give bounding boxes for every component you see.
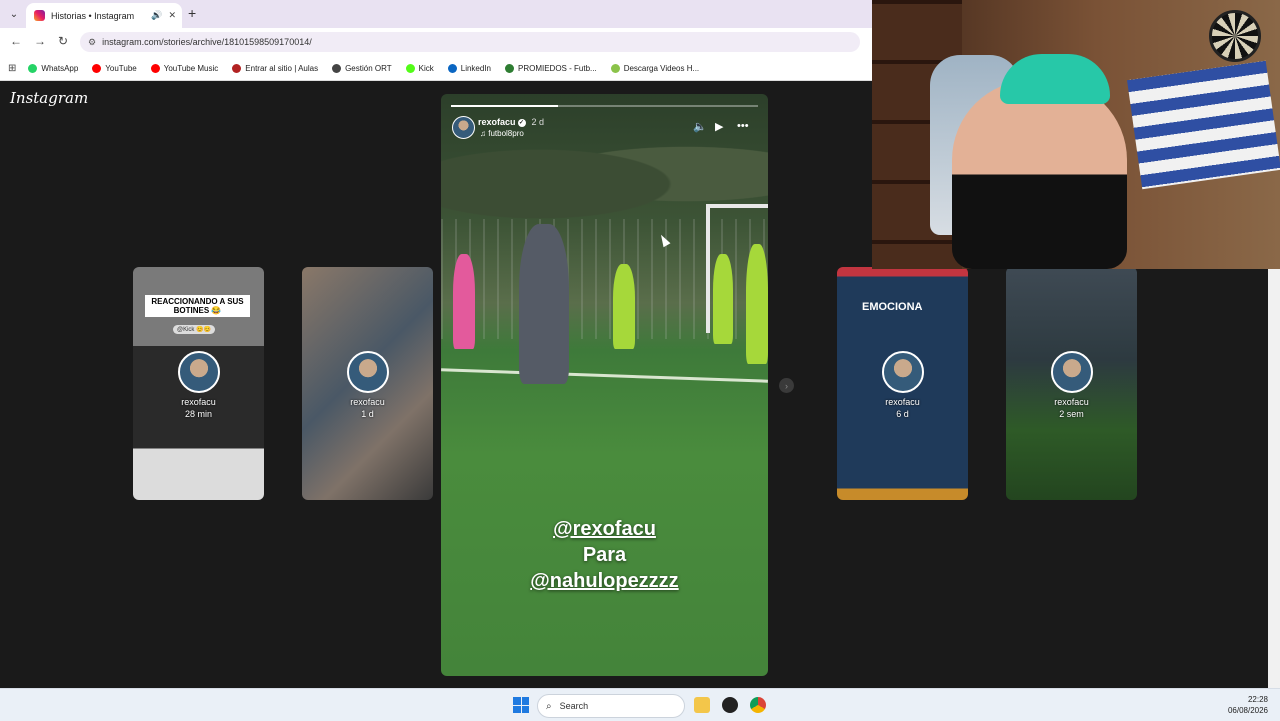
story-time: 2 d bbox=[531, 117, 545, 127]
address-url: instagram.com/stories/archive/1810159850… bbox=[102, 37, 312, 47]
thumbnail-user: rexofacu bbox=[1054, 397, 1089, 407]
story-user-avatar[interactable] bbox=[452, 116, 475, 139]
story-thumbnail-1[interactable]: REACCIONANDO A SUS BOTINES 😂 @Kick 😊😊 re… bbox=[133, 267, 264, 500]
play-icon[interactable]: ▶ bbox=[715, 120, 723, 133]
webcam-person bbox=[952, 80, 1127, 269]
verified-badge-icon: ✓ bbox=[517, 118, 526, 127]
apps-grid-icon[interactable]: ⊞ bbox=[8, 63, 16, 74]
story-progress-bar bbox=[451, 105, 758, 107]
player-figure bbox=[713, 254, 733, 344]
new-tab-plus-icon[interactable]: + bbox=[188, 5, 196, 21]
browser-toolbar: ← → ↻ ⚙ instagram.com/stories/archive/18… bbox=[0, 28, 872, 56]
address-bar[interactable]: ⚙ instagram.com/stories/archive/18101598… bbox=[80, 32, 860, 52]
story-progress-fill bbox=[451, 105, 559, 107]
bookmark-gestion-ort[interactable]: Gestión ORT bbox=[332, 63, 392, 73]
mention-rexofacu[interactable]: @rexofacu bbox=[441, 518, 768, 541]
bookmark-descarga-videos[interactable]: Descarga Videos H... bbox=[610, 63, 699, 73]
linkedin-icon bbox=[447, 63, 457, 73]
browser-tab-instagram[interactable]: Historias • Instagram 🔊 ✕ bbox=[26, 3, 182, 28]
story-thumbnail-2[interactable]: rexofacu 1 d bbox=[302, 267, 433, 500]
site-info-icon[interactable]: ⚙ bbox=[88, 37, 96, 48]
bookmarks-bar: ⊞ WhatsApp YouTube YouTube Music Entrar … bbox=[0, 56, 872, 81]
thumbnail-time: 1 d bbox=[361, 409, 374, 419]
webcam-cap bbox=[1000, 54, 1110, 104]
thumbnail-time: 2 sem bbox=[1059, 409, 1084, 419]
webcam-dartboard bbox=[1209, 10, 1261, 62]
app-icon[interactable] bbox=[722, 697, 738, 713]
thumbnail-sub-caption: @Kick 😊😊 bbox=[173, 325, 216, 334]
webcam-uruguay-flag bbox=[1127, 60, 1280, 190]
windows-start-icon[interactable] bbox=[513, 697, 529, 713]
avatar bbox=[178, 351, 220, 393]
player-figure bbox=[746, 244, 768, 364]
player-figure bbox=[613, 264, 635, 349]
search-icon: ⌕ bbox=[546, 700, 552, 712]
story-audio-label[interactable]: ♫ futbol8pro bbox=[480, 129, 524, 138]
clock-time: 22:28 bbox=[1247, 695, 1268, 704]
tab-audio-icon[interactable]: 🔊 bbox=[151, 10, 162, 21]
tab-title: Historias • Instagram bbox=[51, 10, 135, 21]
taskbar-clock[interactable]: 22:28 06/08/2026 bbox=[1228, 694, 1268, 716]
avatar bbox=[347, 351, 389, 393]
forward-arrow-icon[interactable]: → bbox=[34, 34, 46, 48]
story-username[interactable]: rexofacu bbox=[478, 117, 516, 127]
chrome-icon[interactable] bbox=[750, 697, 766, 713]
tab-close-icon[interactable]: ✕ bbox=[168, 10, 176, 21]
clock-date: 06/08/2026 bbox=[1227, 706, 1268, 715]
aulas-icon bbox=[232, 63, 242, 73]
thumbnail-user: rexofacu bbox=[350, 397, 385, 407]
whatsapp-icon bbox=[28, 63, 38, 73]
tab-search-chevron-icon[interactable]: ⌄ bbox=[6, 6, 22, 22]
story-header: rexofacu ✓ 2 d bbox=[478, 117, 544, 127]
bookmark-youtube-music[interactable]: YouTube Music bbox=[150, 63, 218, 73]
promiedos-icon bbox=[505, 63, 514, 73]
instagram-favicon-icon bbox=[34, 10, 45, 21]
more-options-icon[interactable]: ••• bbox=[737, 120, 749, 132]
thumbnail-user: rexofacu bbox=[181, 397, 216, 407]
thumbnail-time: 28 min bbox=[184, 409, 212, 419]
mention-para-text: Para bbox=[582, 544, 627, 566]
thumbnail-user: rexofacu bbox=[885, 397, 920, 407]
page-scrollbar[interactable] bbox=[1268, 269, 1280, 688]
bookmark-whatsapp[interactable]: WhatsApp bbox=[28, 63, 78, 73]
bookmark-youtube[interactable]: YouTube bbox=[92, 63, 137, 73]
file-explorer-icon[interactable] bbox=[694, 697, 710, 713]
player-figure bbox=[519, 224, 569, 384]
bookmark-aulas[interactable]: Entrar al sitio | Aulas bbox=[232, 63, 318, 73]
globe-icon bbox=[332, 63, 342, 73]
download-icon bbox=[610, 63, 620, 73]
avatar bbox=[1051, 351, 1093, 393]
taskbar-search[interactable]: ⌕ Search bbox=[537, 694, 685, 718]
bookmark-linkedin[interactable]: LinkedIn bbox=[447, 63, 491, 73]
youtube-music-icon bbox=[150, 63, 160, 73]
bookmark-kick[interactable]: Kick bbox=[405, 63, 434, 73]
bookmark-promiedos[interactable]: PROMIEDOS - Futb... bbox=[505, 63, 597, 73]
thumbnail-caption: REACCIONANDO A SUS BOTINES 😂 bbox=[145, 295, 250, 317]
mention-nahulopezzzz[interactable]: @nahulopezzzz bbox=[441, 570, 768, 593]
instagram-logo[interactable]: Instagram bbox=[10, 89, 88, 107]
back-arrow-icon[interactable]: ← bbox=[10, 34, 22, 48]
windows-taskbar: ⌕ Search 22:28 06/08/2026 bbox=[0, 688, 1280, 721]
next-story-arrow-icon[interactable]: › bbox=[779, 378, 794, 393]
thumbnail-caption: EMOCIONA bbox=[862, 301, 923, 313]
active-story-viewer[interactable]: rexofacu ✓ 2 d ♫ futbol8pro 🔈 ▶ ••• @rexof… bbox=[441, 94, 768, 676]
avatar bbox=[882, 351, 924, 393]
player-figure bbox=[453, 254, 475, 349]
taskbar-search-label: Search bbox=[559, 701, 589, 711]
browser-tab-strip: ⌄ Historias • Instagram 🔊 ✕ + bbox=[0, 0, 872, 28]
reload-icon[interactable]: ↻ bbox=[58, 34, 68, 48]
story-field-line bbox=[441, 368, 768, 383]
kick-icon bbox=[405, 63, 415, 73]
thumbnail-time: 6 d bbox=[896, 409, 909, 419]
story-thumbnail-4[interactable]: rexofacu 2 sem bbox=[1006, 267, 1137, 500]
volume-icon[interactable]: 🔈 bbox=[693, 120, 707, 133]
story-thumbnail-3[interactable]: EMOCIONA rexofacu 6 d bbox=[837, 267, 968, 500]
webcam-overlay bbox=[872, 0, 1280, 269]
youtube-icon bbox=[92, 63, 102, 73]
